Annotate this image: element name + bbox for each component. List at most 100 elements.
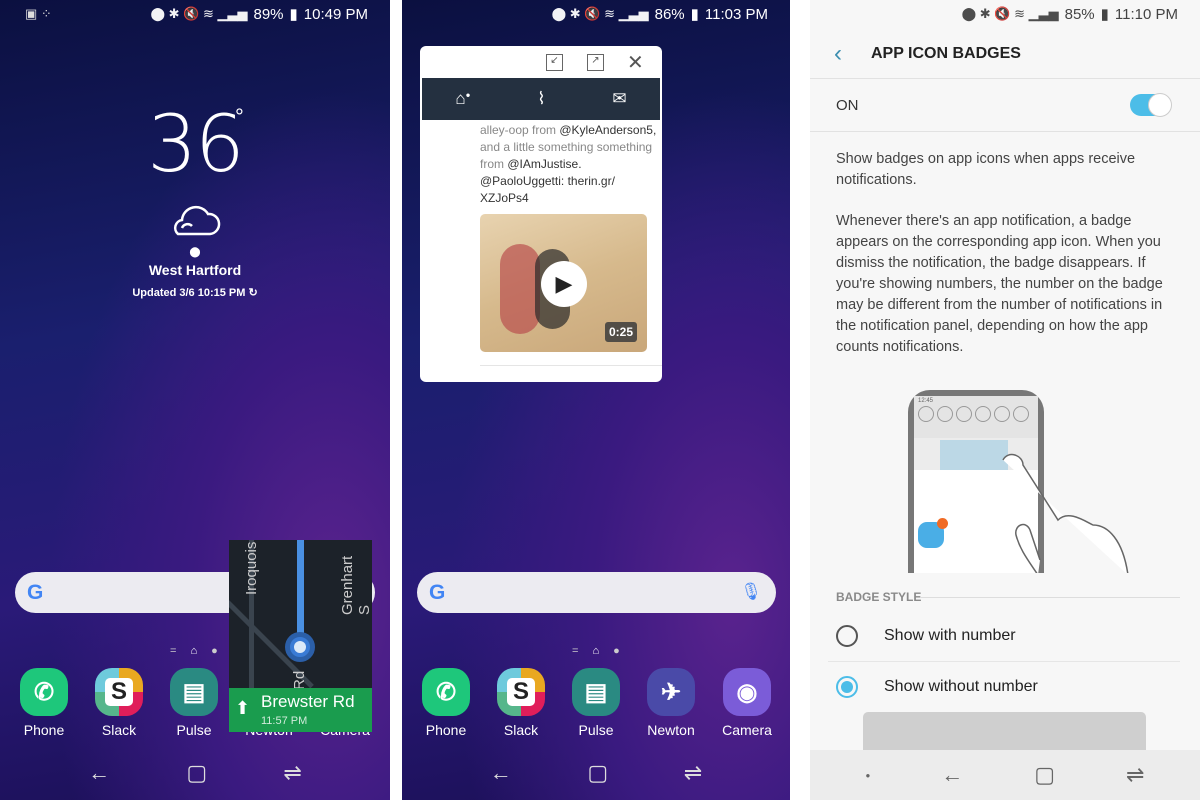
recents-button[interactable]: ⇌ [1126,762,1144,788]
slack-icon: S [497,668,545,716]
street-label: Grenhart S [339,555,372,615]
refresh-icon[interactable]: ↻ [248,287,257,299]
master-toggle-row[interactable]: ON [810,79,1200,131]
app-newton[interactable]: ✈ Newton [636,668,706,738]
battery-icon: ▮ [289,6,298,23]
home-button[interactable]: ▢ [1034,762,1055,788]
tweet-link[interactable]: XZJoPs4 [480,191,529,205]
current-location-marker [285,632,315,662]
cloud-icon [173,205,221,236]
pulse-icon: ▤ [572,668,620,716]
tweet-text: alley-oop from @KyleAnderson5, and a lit… [480,122,660,207]
option-show-with-number[interactable]: Show with number [810,614,1200,660]
google-search-bar[interactable]: G 🎙 [417,572,776,613]
mention-link[interactable]: @PaoloUggetti: therin.gr/ [480,174,615,188]
status-bar: ⬤ ✱ 🔇 ≋ ▁▃▅ 85% ▮ 11:10 PM [961,5,1178,24]
tweet-line: @PaoloUggetti: therin.gr/ [480,173,660,190]
app-slack[interactable]: S Slack [486,668,556,738]
phone-icon: ✆ [422,668,470,716]
messages-tab-icon[interactable]: ✉ [612,89,626,109]
mention-link[interactable]: @KyleAnderson5, [559,123,656,137]
mic-icon[interactable]: 🎙 [740,582,762,602]
description-summary: Show badges on app icons when apps recei… [836,151,1136,188]
divider [828,661,1180,662]
mention-link[interactable]: @IAmJustise. [507,157,581,171]
back-button[interactable]: ← [490,760,512,786]
app-pulse[interactable]: ▤ Pulse [159,668,229,738]
app-camera[interactable]: ◉ Camera [712,668,782,738]
phone-icon: ✆ [20,668,68,716]
battery-level: 85% [1064,5,1095,23]
radio-selected[interactable] [836,676,858,698]
status-icons: ⬤ ✱ 🔇 ≋ ▁▃▅ [961,6,1059,21]
weather-location: West Hartford [148,262,242,278]
clock: 10:49 PM [303,5,368,23]
divider [810,131,1200,132]
close-icon[interactable]: ✕ [627,50,644,75]
tweet-line: XZJoPs4 [480,190,660,207]
page-title: APP ICON BADGES [871,45,1021,62]
popup-window[interactable]: ↙ ↗ ✕ ⌂● ⌇ ✉ alley-oop from @KyleAnderso… [420,46,662,382]
app-label: Pulse [176,722,212,738]
home-tab-icon[interactable]: ⌂● [455,89,470,109]
navigation-widget[interactable]: Iroquois Grenhart S Rd ⬆ Brewster Rd 11:… [229,540,372,732]
nav-bar: ● ← ▢ ⇌ [810,750,1200,800]
option-show-without-number[interactable]: Show without number [810,665,1200,711]
description-detail: Whenever there's an app notification, a … [836,213,1163,355]
temperature: 36 [147,100,244,190]
google-logo: G [27,581,44,604]
tweet-line: from @IAmJustise. [480,157,582,171]
tweet-line: and a little something something [480,140,653,154]
status-bar: ⬤ ✱ 🔇 ≋ ▁▃▅ 89% ▮ 10:49 PM [150,5,368,24]
nav-dot: ● [865,770,871,780]
pulse-icon: ▤ [170,668,218,716]
back-chevron-icon[interactable]: ‹ [834,40,842,68]
page-indicator: = ⌂ ● [572,645,620,657]
activity-tab-icon[interactable]: ⌇ [537,89,545,109]
recents-button[interactable]: ⇌ [684,760,702,786]
option-label: Show without number [884,678,1038,695]
section-header: BADGE STYLE [836,590,922,604]
weather-updated: Updated 3/6 10:15 PM ↻ [95,286,295,299]
newton-icon: ✈ [647,668,695,716]
street-label: Iroquois [243,541,260,595]
eta: 11:57 PM [261,715,308,727]
divider [920,597,1180,598]
hand-icon [1002,453,1129,573]
back-button[interactable]: ← [941,762,963,788]
location-pin-icon: ⬤ [189,247,201,258]
video-thumbnail[interactable]: ▶ 0:25 [480,214,647,352]
on-off-switch[interactable] [1130,93,1172,117]
nav-bar: ← ▢ ⇌ [0,760,390,786]
recents-button[interactable]: ⇌ [283,760,301,786]
nav-bar: ← ▢ ⇌ [402,760,790,786]
app-phone[interactable]: ✆ Phone [411,668,481,738]
app-label: Camera [722,722,772,738]
clock: 11:03 PM [704,5,768,23]
camera-icon: ◉ [723,668,771,716]
notification-icons: ▣ ⁘ [25,6,52,21]
arrow-up-icon: ⬆ [235,698,251,718]
home-screen-left: ▣ ⁘ ⬤ ✱ 🔇 ≋ ▁▃▅ 89% ▮ 10:49 PM 36 ° ⬤ We… [0,0,390,800]
app-pulse[interactable]: ▤ Pulse [561,668,631,738]
weather-widget[interactable]: 36 ° ⬤ West Hartford Updated 3/6 10:15 P… [95,100,295,299]
video-duration: 0:25 [604,322,637,342]
illustration-time: 12:45 [918,398,934,404]
app-slack[interactable]: S Slack [84,668,154,738]
home-button[interactable]: ▢ [587,760,608,786]
toggle-label: ON [836,97,859,114]
tab-bar: ⌂● ⌇ ✉ [422,78,660,120]
app-label: Slack [101,722,137,738]
home-screen-middle: ⬤ ✱ 🔇 ≋ ▁▃▅ 86% ▮ 11:03 PM ↙ ↗ ✕ ⌂● ⌇ ✉ … [402,0,790,800]
play-button[interactable]: ▶ [541,261,587,307]
app-phone[interactable]: ✆ Phone [9,668,79,738]
maximize-icon[interactable]: ↗ [587,54,604,71]
next-turn-banner: ⬆ Brewster Rd 11:57 PM [229,688,372,732]
app-label: Phone [425,722,467,738]
app-icon-with-badge [918,518,948,548]
back-button[interactable]: ← [88,760,110,786]
status-icons: ⬤ ✱ 🔇 ≋ ▁▃▅ [150,6,248,21]
minimize-icon[interactable]: ↙ [546,54,563,71]
home-button[interactable]: ▢ [186,760,207,786]
radio-unselected[interactable] [836,625,858,647]
